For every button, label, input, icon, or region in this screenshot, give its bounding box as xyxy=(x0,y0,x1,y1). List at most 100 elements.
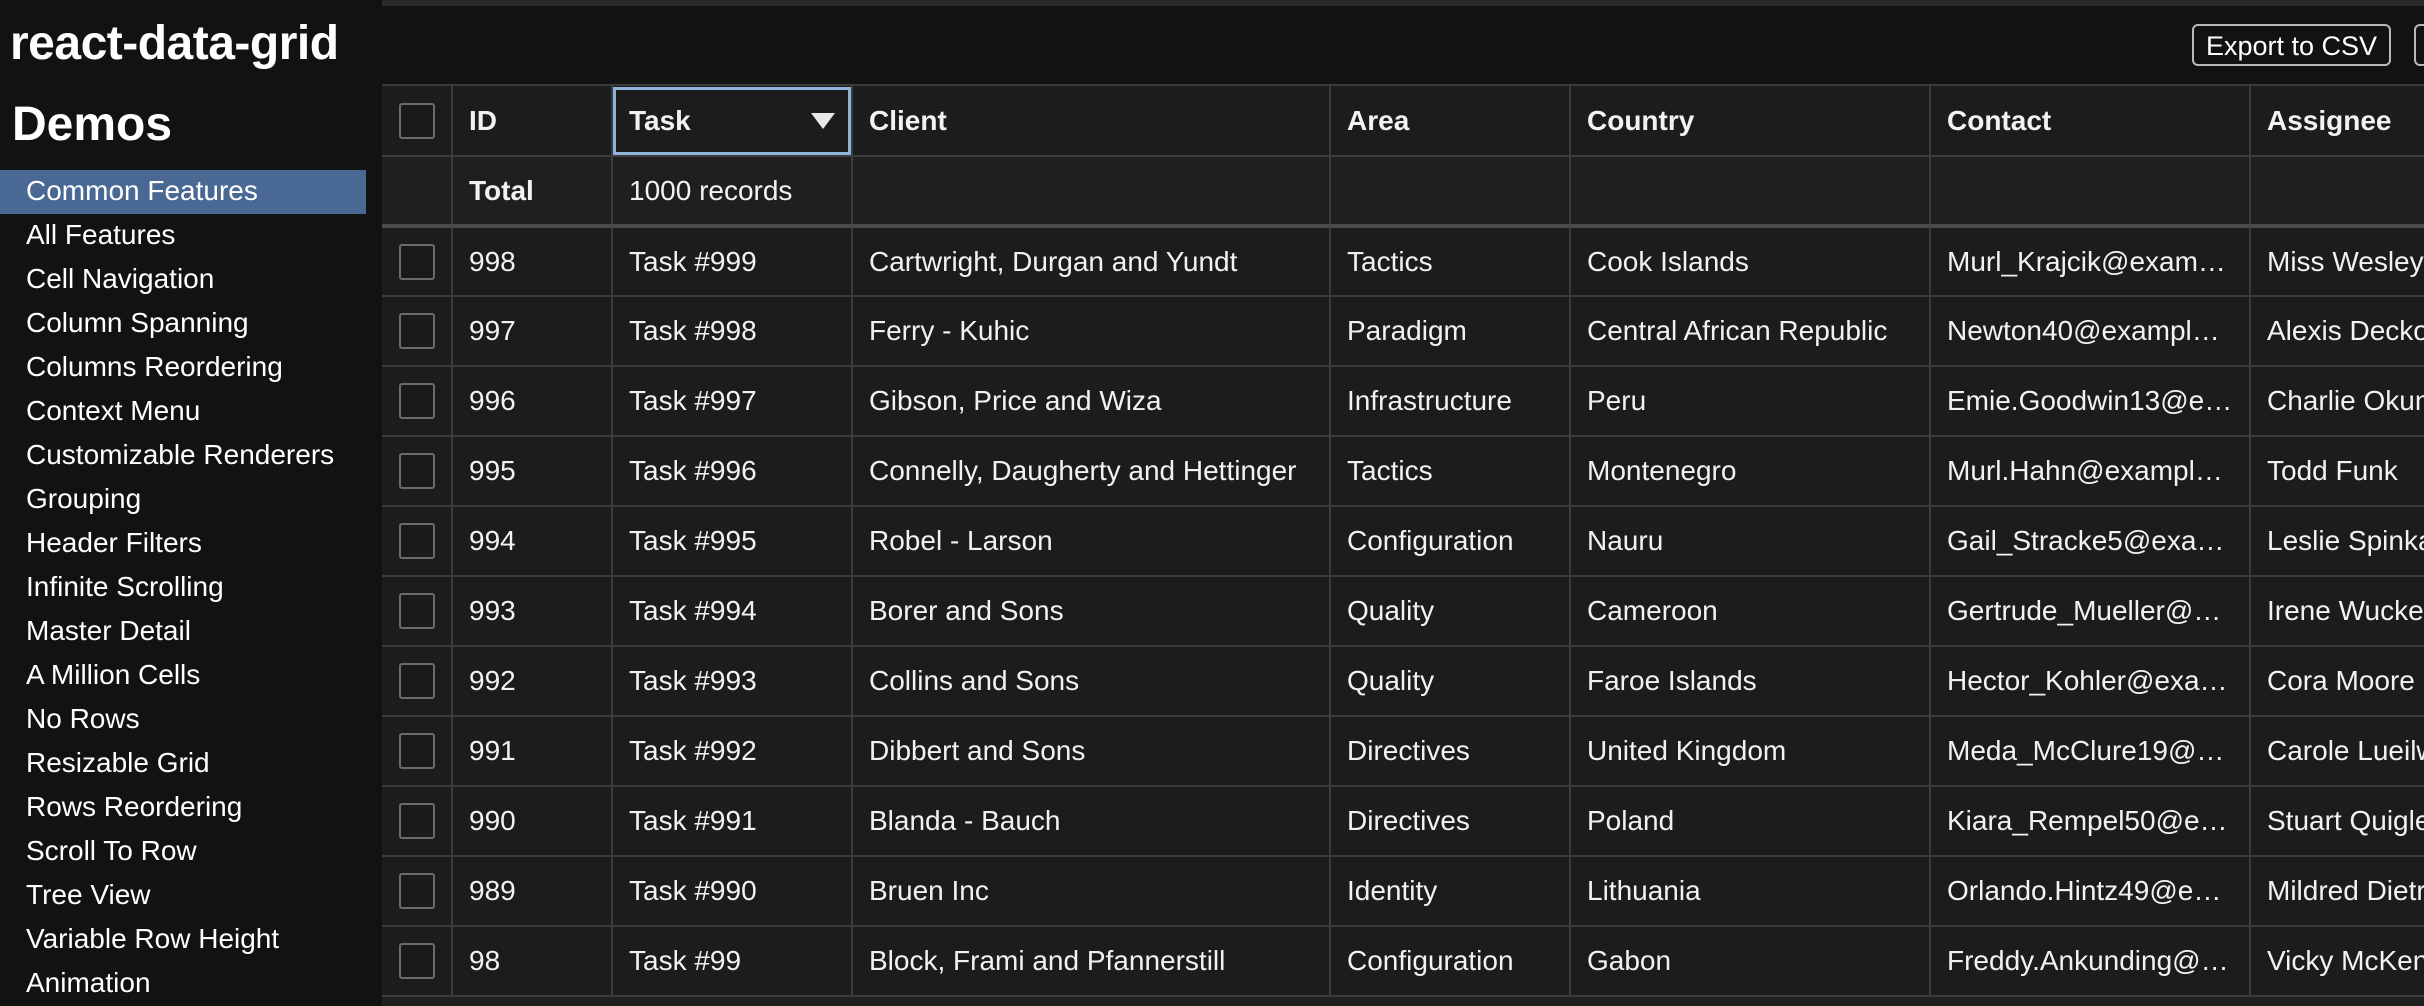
row-checkbox[interactable] xyxy=(398,243,435,280)
sidebar-item-customizable-renderers[interactable]: Customizable Renderers xyxy=(0,434,366,478)
cell-country[interactable]: Cook Islands xyxy=(1570,226,1931,297)
table-row[interactable]: 990 Task #991 Blanda - Bauch Directives Pola… xyxy=(382,786,2424,857)
cell-contact[interactable]: Murl_Krajcik@exam… xyxy=(1930,226,2251,297)
cell-country[interactable]: Montenegro xyxy=(1570,436,1931,507)
sidebar-item-master-detail[interactable]: Master Detail xyxy=(0,610,366,654)
sidebar-item-grouping[interactable]: Grouping xyxy=(0,478,366,522)
cell-country[interactable]: Peru xyxy=(1570,366,1931,437)
cell-id[interactable]: 989 xyxy=(452,856,613,927)
sidebar-item-scroll-to-row[interactable]: Scroll To Row xyxy=(0,830,366,874)
cell-contact[interactable]: Freddy.Ankunding@… xyxy=(1930,926,2251,997)
row-checkbox[interactable] xyxy=(398,663,435,699)
cell-task[interactable]: Task #990 xyxy=(612,856,853,927)
row-checkbox[interactable] xyxy=(398,593,435,629)
cell-task[interactable]: Task #994 xyxy=(612,576,853,647)
cell-contact[interactable]: Murl.Hahn@exampl… xyxy=(1930,436,2251,507)
cell-assignee[interactable]: Vicky McKen xyxy=(2250,926,2424,997)
cell-id[interactable]: 993 xyxy=(452,576,613,647)
cell-id[interactable]: 990 xyxy=(452,786,613,857)
cell-country[interactable]: Poland xyxy=(1570,786,1931,857)
table-row[interactable]: 996 Task #997 Gibson, Price and Wiza Infras… xyxy=(382,366,2424,437)
cell-client[interactable]: Gibson, Price and Wiza xyxy=(852,366,1331,437)
sidebar-item-cell-navigation[interactable]: Cell Navigation xyxy=(0,258,366,302)
dropdown-caret-icon[interactable] xyxy=(811,113,835,129)
cell-country[interactable]: Lithuania xyxy=(1570,856,1931,927)
row-checkbox[interactable] xyxy=(398,453,435,489)
cell-country[interactable]: Nauru xyxy=(1570,506,1931,577)
cell-assignee[interactable]: Charlie Okun xyxy=(2250,366,2424,437)
table-row[interactable]: 998 Task #999 Cartwright, Durgan and Yundt… xyxy=(382,226,2424,297)
sidebar-item-animation[interactable]: Animation xyxy=(0,962,366,1006)
cell-area[interactable]: Paradigm xyxy=(1330,296,1571,367)
cell-contact[interactable]: Gail_Stracke5@exa… xyxy=(1930,506,2251,577)
row-checkbox[interactable] xyxy=(398,383,435,419)
cell-client[interactable]: Blanda - Bauch xyxy=(852,786,1331,857)
cell-contact[interactable]: Gertrude_Mueller@… xyxy=(1930,576,2251,647)
cell-assignee[interactable]: Alexis Decko xyxy=(2250,296,2424,367)
cell-client[interactable]: Collins and Sons xyxy=(852,646,1331,717)
sidebar-item-rows-reordering[interactable]: Rows Reordering xyxy=(0,786,366,830)
cell-area[interactable]: Tactics xyxy=(1330,436,1571,507)
row-checkbox[interactable] xyxy=(398,803,435,839)
toolbar-button-partial[interactable] xyxy=(2414,24,2424,66)
cell-area[interactable]: Identity xyxy=(1330,856,1571,927)
cell-task[interactable]: Task #99 xyxy=(612,926,853,997)
cell-assignee[interactable]: Todd Funk xyxy=(2250,436,2424,507)
cell-assignee[interactable]: Leslie Spinka xyxy=(2250,506,2424,577)
cell-client[interactable]: Connelly, Daugherty and Hettinger xyxy=(852,436,1331,507)
cell-country[interactable]: Cameroon xyxy=(1570,576,1931,647)
cell-id[interactable]: 998 xyxy=(452,226,613,297)
column-header-assignee[interactable]: Assignee xyxy=(2250,86,2424,157)
cell-id[interactable]: 994 xyxy=(452,506,613,577)
cell-task[interactable]: Task #997 xyxy=(612,366,853,437)
cell-area[interactable]: Directives xyxy=(1330,716,1571,787)
cell-country[interactable]: Central African Republic xyxy=(1570,296,1931,367)
cell-area[interactable]: Infrastructure xyxy=(1330,366,1571,437)
cell-area[interactable]: Tactics xyxy=(1330,226,1571,297)
row-checkbox[interactable] xyxy=(398,943,435,979)
cell-client[interactable]: Dibbert and Sons xyxy=(852,716,1331,787)
cell-client[interactable]: Robel - Larson xyxy=(852,506,1331,577)
cell-id[interactable]: 992 xyxy=(452,646,613,717)
cell-contact[interactable]: Newton40@exampl… xyxy=(1930,296,2251,367)
cell-task[interactable]: Task #993 xyxy=(612,646,853,717)
table-row[interactable]: 997 Task #998 Ferry - Kuhic Paradigm Central… xyxy=(382,296,2424,367)
cell-area[interactable]: Quality xyxy=(1330,646,1571,717)
cell-id[interactable]: 995 xyxy=(452,436,613,507)
cell-assignee[interactable]: Cora Moore xyxy=(2250,646,2424,717)
table-row[interactable]: 991 Task #992 Dibbert and Sons Directives Un… xyxy=(382,716,2424,787)
table-row[interactable]: 98 Task #99 Block, Frami and Pfannerstill C… xyxy=(382,926,2424,997)
cell-assignee[interactable]: Carole Lueilw xyxy=(2250,716,2424,787)
cell-assignee[interactable]: Stuart Quigle xyxy=(2250,786,2424,857)
table-row[interactable]: 993 Task #994 Borer and Sons Quality Cameroo… xyxy=(382,576,2424,647)
row-checkbox[interactable] xyxy=(398,733,435,769)
cell-country[interactable]: Gabon xyxy=(1570,926,1931,997)
sidebar-item-no-rows[interactable]: No Rows xyxy=(0,698,366,742)
cell-task[interactable]: Task #995 xyxy=(612,506,853,577)
cell-task[interactable]: Task #996 xyxy=(612,436,853,507)
cell-id[interactable]: 997 xyxy=(452,296,613,367)
sidebar-item-context-menu[interactable]: Context Menu xyxy=(0,390,366,434)
row-checkbox[interactable] xyxy=(398,873,435,909)
cell-contact[interactable]: Kiara_Rempel50@e… xyxy=(1930,786,2251,857)
cell-area[interactable]: Directives xyxy=(1330,786,1571,857)
sidebar-item-header-filters[interactable]: Header Filters xyxy=(0,522,366,566)
cell-assignee[interactable]: Miss Wesley xyxy=(2250,226,2424,297)
sidebar-item-resizable-grid[interactable]: Resizable Grid xyxy=(0,742,366,786)
cell-area[interactable]: Quality xyxy=(1330,576,1571,647)
cell-id[interactable]: 991 xyxy=(452,716,613,787)
column-header-client[interactable]: Client xyxy=(852,86,1331,157)
table-row[interactable]: 995 Task #996 Connelly, Daugherty and Hett… xyxy=(382,436,2424,507)
cell-client[interactable]: Ferry - Kuhic xyxy=(852,296,1331,367)
cell-task[interactable]: Task #999 xyxy=(612,226,853,297)
cell-area[interactable]: Configuration xyxy=(1330,506,1571,577)
cell-contact[interactable]: Hector_Kohler@exa… xyxy=(1930,646,2251,717)
cell-area[interactable]: Configuration xyxy=(1330,926,1571,997)
sidebar-item-tree-view[interactable]: Tree View xyxy=(0,874,366,918)
column-header-task[interactable]: Task xyxy=(612,86,853,157)
cell-contact[interactable]: Emie.Goodwin13@e… xyxy=(1930,366,2251,437)
column-header-id[interactable]: ID xyxy=(452,86,613,157)
sidebar-item-variable-row-height[interactable]: Variable Row Height xyxy=(0,918,366,962)
row-checkbox[interactable] xyxy=(398,313,435,349)
column-header-country[interactable]: Country xyxy=(1570,86,1931,157)
